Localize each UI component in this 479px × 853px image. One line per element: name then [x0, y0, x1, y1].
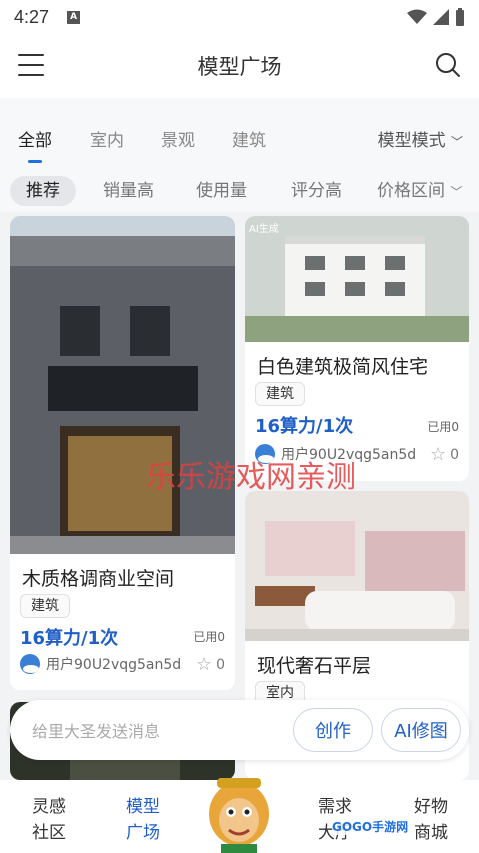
gogo-logo: GOGO手游网 [332, 818, 409, 835]
active-tab-indicator [28, 160, 42, 163]
tab-architecture[interactable]: 建筑 [232, 126, 266, 151]
nav-label-line1: 需求 [318, 797, 352, 817]
favorite-button[interactable]: ☆ 0 [430, 444, 459, 465]
card-tag: 建筑 [255, 382, 305, 406]
filter-usage[interactable]: 使用量 [196, 176, 247, 206]
watermark-text: 乐乐游戏网亲测 [146, 460, 356, 495]
sort-filters: 推荐 销量高 使用量 评分高 价格区间 ﹀ [0, 172, 479, 212]
nav-label-line2: 社区 [32, 823, 66, 843]
model-mode-label: 模型模式 [377, 131, 446, 151]
monkey-king-mascot-icon[interactable] [199, 764, 279, 853]
chat-input-bar: 给里大圣发送消息 创作 AI修图 [10, 700, 469, 760]
nav-label-line2: 广场 [126, 823, 160, 843]
star-icon: ☆ [429, 444, 447, 465]
card-image [245, 491, 469, 641]
star-count: 0 [216, 656, 225, 673]
card-used-count: 已用0 [193, 630, 225, 644]
nav-goods-mall[interactable]: 好物 商城 [406, 794, 456, 846]
page-title: 模型广场 [197, 55, 282, 79]
chevron-down-icon: ﹀ [450, 135, 463, 149]
signal-icon [433, 9, 449, 25]
tab-interior[interactable]: 室内 [90, 126, 124, 151]
search-icon[interactable] [435, 52, 461, 78]
nav-label-line1: 模型 [126, 797, 160, 817]
chevron-down-icon: ﹀ [450, 185, 463, 199]
create-button[interactable]: 创作 [293, 708, 373, 752]
status-time: 4:27 [14, 6, 50, 27]
status-icons [407, 8, 465, 26]
favorite-button[interactable]: ☆ 0 [196, 654, 225, 675]
card-title: 白色建筑极简风住宅 [257, 356, 429, 378]
card-used-count: 已用0 [427, 420, 459, 434]
nav-inspiration-community[interactable]: 灵感 社区 [24, 794, 74, 846]
battery-icon [456, 8, 464, 26]
tab-all[interactable]: 全部 [18, 126, 52, 151]
filter-recommended[interactable]: 推荐 [10, 176, 76, 206]
filter-sales[interactable]: 销量高 [103, 176, 154, 206]
nav-label-line2: 商城 [414, 823, 448, 843]
wifi-icon [407, 9, 427, 24]
ai-retouch-button[interactable]: AI修图 [381, 708, 461, 752]
nav-model-square[interactable]: 模型 广场 [118, 794, 168, 846]
ai-generated-label: AI生成 [249, 224, 279, 235]
card-title: 木质格调商业空间 [22, 568, 175, 590]
menu-icon[interactable] [18, 54, 44, 76]
message-input[interactable]: 给里大圣发送消息 [32, 718, 293, 742]
star-count: 0 [450, 446, 459, 463]
card-tag: 建筑 [20, 594, 70, 618]
status-bar: 4:27 A [0, 0, 479, 34]
nav-label-line1: 灵感 [32, 797, 66, 817]
card-title: 现代奢石平层 [257, 655, 372, 677]
star-icon: ☆ [195, 654, 213, 675]
price-range-label: 价格区间 [377, 181, 445, 201]
author-name: 用户90U2vqg5an5d [46, 657, 182, 673]
tab-landscape[interactable]: 景观 [161, 126, 195, 151]
avatar [20, 654, 40, 674]
nav-label-line1: 好物 [414, 797, 448, 817]
card-author[interactable]: 用户90U2vqg5an5d [20, 654, 181, 674]
model-card-white-residence[interactable]: AI生成 白色建筑极简风住宅 建筑 16算力/1次 已用0 用户90U2vqg5… [245, 216, 469, 481]
filter-rating[interactable]: 评分高 [291, 176, 342, 206]
filter-price-range[interactable]: 价格区间 ﹀ [377, 176, 462, 206]
card-price: 16算力/1次 [20, 628, 119, 649]
category-tabs: 全部 室内 景观 建筑 模型模式 ﹀ [0, 98, 479, 172]
card-price: 16算力/1次 [255, 416, 354, 437]
model-mode-dropdown[interactable]: 模型模式 ﹀ [378, 126, 463, 151]
notification-icon: A [67, 10, 81, 24]
top-bar: 模型广场 [0, 34, 479, 98]
card-image [10, 216, 235, 554]
